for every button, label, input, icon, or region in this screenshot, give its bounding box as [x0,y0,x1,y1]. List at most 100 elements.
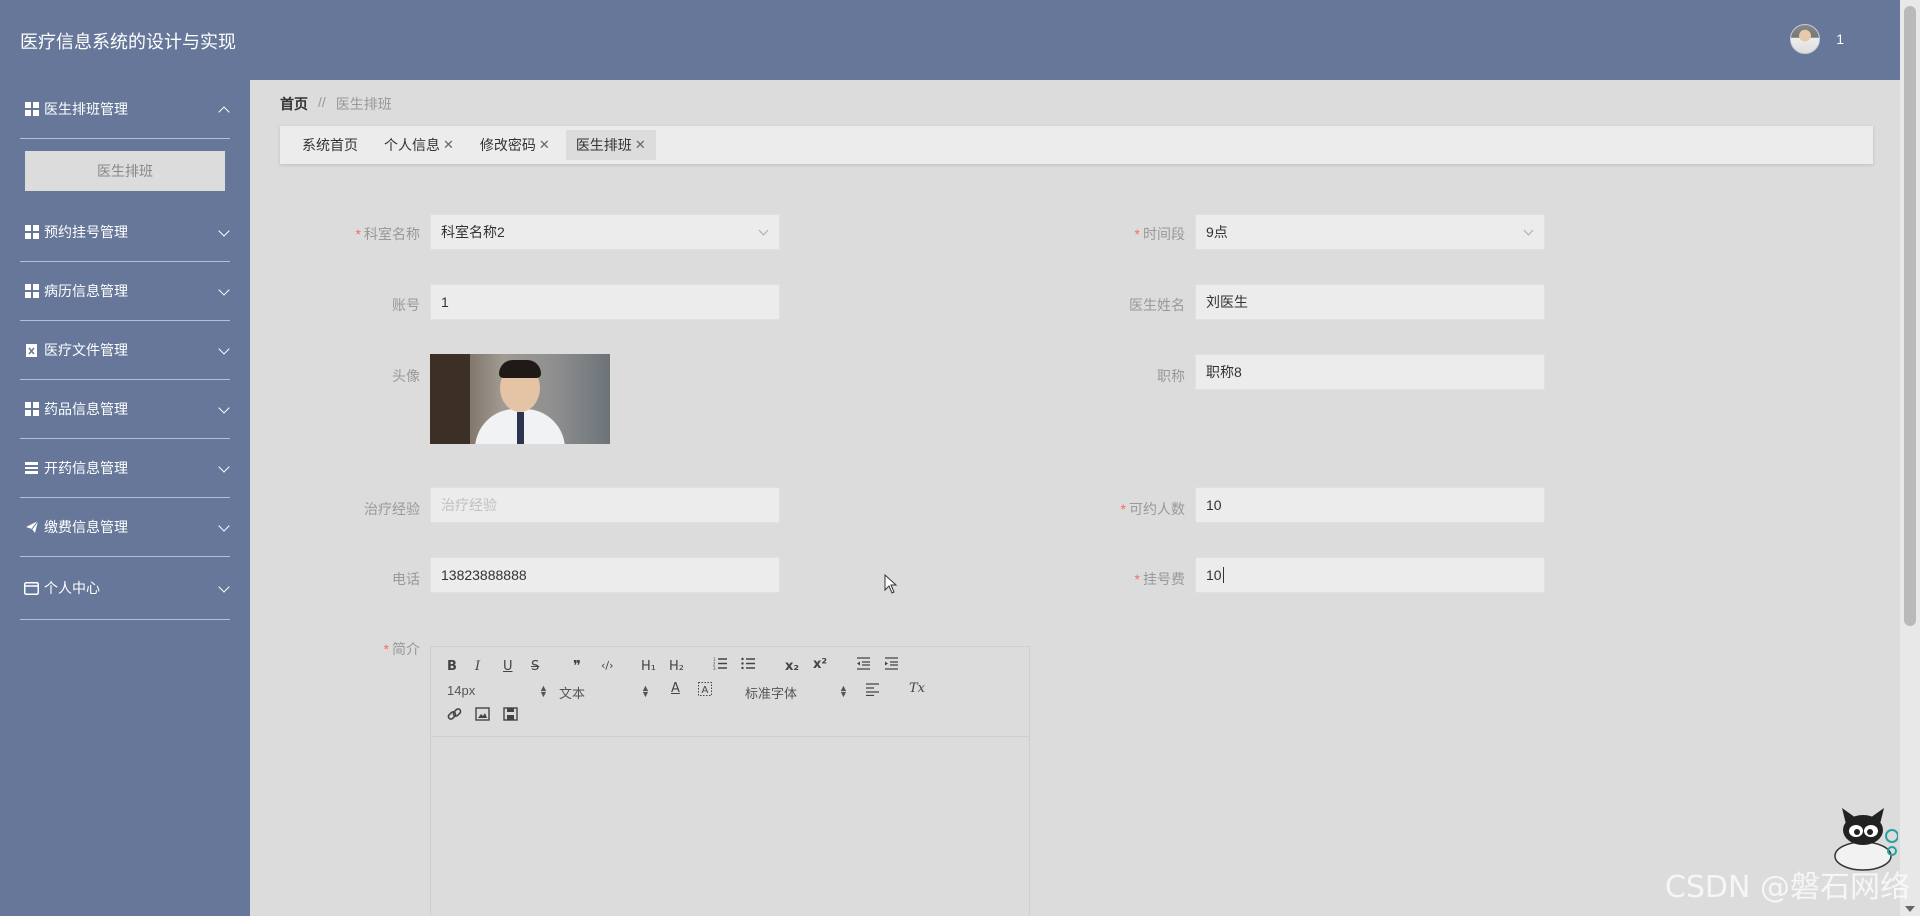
strike-button[interactable]: S [531,659,539,674]
chevron-down-icon [758,225,769,236]
capacity-input[interactable]: 10 [1195,487,1545,523]
font-family-select[interactable]: 标准字体 ▲ ▼ [745,683,848,702]
ordered-list-icon[interactable]: 123 [713,657,728,674]
sidebar-item-appointment-management[interactable]: 预约挂号管理 [0,203,250,261]
chevron-down-icon [218,461,230,473]
sidebar-item-medical-records[interactable]: 病历信息管理 [0,262,250,320]
user-avatar[interactable] [1790,24,1821,54]
card-icon [24,581,39,596]
chevron-down-icon [218,402,230,414]
time-slot-label: * 时间段 [1045,224,1185,244]
background-color-icon[interactable]: A [698,682,712,700]
close-icon[interactable]: ✕ [443,137,454,153]
subscript-button[interactable]: x₂ [785,659,799,674]
time-slot-select[interactable]: 9点 [1195,214,1545,250]
user-name[interactable]: 1 [1836,31,1844,47]
sidebar-item-prescriptions[interactable]: 开药信息管理 [0,439,250,497]
updown-icon: ▲ ▼ [539,683,548,699]
font-family-value: 标准字体 [745,686,798,701]
app-title: 医疗信息系统的设计与实现 [20,32,236,52]
underline-button[interactable]: U [503,659,513,674]
doctor-name-input[interactable]: 刘医生 [1195,284,1545,320]
close-icon[interactable]: ✕ [539,137,550,153]
sidebar-subitem-doctor-schedule[interactable]: 医生排班 [25,151,225,191]
paragraph-value: 文本 [559,686,586,701]
font-color-button[interactable]: A [671,681,680,696]
sidebar-group-prescriptions: 开药信息管理 [0,439,250,498]
phone-input[interactable]: 13823888888 [430,557,780,593]
h2-button[interactable]: H₂ [669,659,684,674]
clear-format-button[interactable]: Tx [909,681,925,696]
quote-button[interactable]: ❞ [573,657,581,675]
label-text: 可约人数 [1129,501,1185,517]
chevron-up-icon [218,106,230,118]
sidebar-item-drug-info[interactable]: 药品信息管理 [0,380,250,438]
department-label: * 科室名称 [280,224,420,244]
h1-button[interactable]: H₁ [641,659,656,674]
doctor-name-value: 刘医生 [1206,294,1248,310]
avatar-image[interactable] [430,354,610,444]
bullet-list-icon[interactable] [741,657,756,674]
experience-input[interactable]: 治疗经验 [430,487,780,523]
account-input[interactable]: 1 [430,284,780,320]
top-bar: 医疗信息系统的设计与实现 1 [0,0,1900,80]
page-scrollbar[interactable] [1900,0,1920,916]
sidebar-item-medical-files[interactable]: 医疗文件管理 [0,321,250,379]
sidebar-group-records: 病历信息管理 [0,262,250,321]
tab-personal-info[interactable]: 个人信息 ✕ [374,130,464,160]
tab-system-home[interactable]: 系统首页 [292,130,368,160]
link-icon[interactable] [447,707,462,726]
tab-doctor-schedule[interactable]: 医生排班 ✕ [565,130,656,160]
sidebar-item-personal-center[interactable]: 个人中心 [0,557,250,619]
tab-change-password[interactable]: 修改密码 ✕ [470,130,560,160]
grid-icon [24,225,39,240]
close-icon[interactable]: ✕ [635,137,646,153]
sidebar-item-payments[interactable]: 缴费信息管理 [0,498,250,556]
indent-icon[interactable] [884,657,899,674]
sidebar-group-personal: 个人中心 [0,557,250,620]
breadcrumb: 首页 // 医生排班 [280,94,392,114]
outdent-icon[interactable] [856,657,871,674]
sidebar-item-label: 预约挂号管理 [44,224,128,240]
scrollbar-thumb[interactable] [1904,6,1916,626]
sidebar-item-label: 个人中心 [44,580,100,596]
sidebar-item-label: 医生排班管理 [44,101,128,117]
title-input[interactable]: 职称8 [1195,354,1545,390]
editor-content-area[interactable] [431,737,1029,916]
image-icon[interactable] [475,707,490,725]
font-size-value: 14px [447,683,476,698]
chevron-down-icon [218,520,230,532]
code-button[interactable]: ‹/› [601,659,614,672]
tab-label: 系统首页 [302,137,358,153]
send-icon [24,520,39,535]
superscript-button[interactable]: x² [813,657,827,672]
sidebar-item-schedule-management[interactable]: 医生排班管理 [0,80,250,138]
bold-button[interactable]: B [447,659,457,674]
font-size-select[interactable]: 14px ▲ ▼ [447,683,548,699]
sidebar-item-label: 缴费信息管理 [44,519,128,535]
svg-text:A: A [702,685,709,696]
align-left-icon[interactable] [865,683,880,700]
department-select[interactable]: 科室名称2 [430,214,780,250]
capacity-label: * 可约人数 [1045,499,1185,519]
updown-icon: ▲ ▼ [839,683,848,699]
rich-text-editor: B I U S ❞ ‹/› H₁ H₂ 123 x₂ x² 14px ▲ ▼ 文本 ▲… [430,646,1030,916]
video-icon[interactable] [503,707,518,725]
phone-label: 电话 [392,571,420,587]
user-menu[interactable]: 1 [1790,24,1844,54]
chevron-down-icon [218,284,230,296]
title-value: 职称8 [1206,364,1242,380]
tab-label: 修改密码 [479,137,536,153]
intro-label: * 简介 [280,639,420,659]
fee-input[interactable]: 10 [1195,557,1545,593]
required-mark: * [355,226,361,242]
required-mark: * [1134,226,1140,242]
updown-icon: ▲ ▼ [641,683,650,699]
breadcrumb-home[interactable]: 首页 [280,94,308,114]
italic-button[interactable]: I [475,659,480,674]
paragraph-select[interactable]: 文本 ▲ ▼ [559,683,650,702]
scroll-down-arrow-icon[interactable] [1905,906,1915,912]
chevron-down-icon [1523,225,1534,236]
sidebar-item-label: 开药信息管理 [44,460,128,476]
sidebar-item-label: 医疗文件管理 [44,342,128,358]
